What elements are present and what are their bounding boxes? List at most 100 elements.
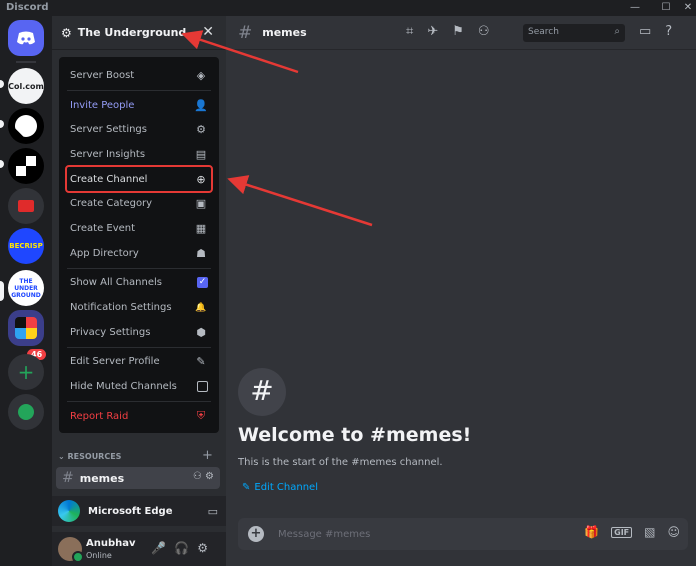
emoji-icon[interactable]: ☺ <box>667 525 680 539</box>
server-name: The Underground <box>77 26 187 39</box>
moon-icon <box>15 115 37 137</box>
menu-label: Edit Server Profile <box>70 356 160 368</box>
menu-label: Server Settings <box>70 124 147 136</box>
message-input[interactable]: Message #memes <box>278 529 370 540</box>
hash-icon: # <box>62 470 74 486</box>
channel-header: # memes ⌗✈⚑⚇ Search ⌕ ▭? <box>226 16 696 50</box>
search-input[interactable]: Search ⌕ <box>523 24 625 42</box>
channel-actions-icons[interactable]: ⚇ ⚙ <box>193 471 214 482</box>
server-squares[interactable] <box>8 148 44 184</box>
title-bar: Discord — ☐ ✕ <box>0 0 696 16</box>
edit-channel-link[interactable]: ✎ Edit Channel <box>242 482 318 493</box>
search-icon: ⌕ <box>614 26 620 37</box>
category-header[interactable]: ⌄ RESOURCES <box>58 452 121 461</box>
menu-label: Server Boost <box>70 69 135 81</box>
username[interactable]: Anubhav <box>86 538 136 549</box>
hash-icon: # <box>238 368 286 416</box>
composer-icons: 🎁 GIF ▧ ☺ <box>584 525 680 539</box>
menu-item-create-event[interactable]: Create Event ▦ <box>67 216 211 241</box>
channel-title: memes <box>262 26 307 39</box>
calendar-plus-icon: ▦ <box>195 221 207 235</box>
edit-label: Edit Channel <box>254 482 318 493</box>
close-icon[interactable]: ✕ <box>202 24 214 40</box>
server-label: Col.com <box>8 81 44 91</box>
pencil-icon: ✎ <box>196 355 206 369</box>
unread-pill <box>0 120 4 128</box>
menu-item-create-channel[interactable]: Create Channel ⊕ <box>65 164 213 194</box>
menu-item-app-directory[interactable]: App Directory ☗ <box>67 241 211 266</box>
inbox-help-icons[interactable]: ▭? <box>639 24 686 39</box>
plus-icon: + <box>17 360 35 384</box>
channel-item-memes[interactable]: # memes ⚇ ⚙ <box>56 467 220 489</box>
header-action-icons[interactable]: ⌗✈⚑⚇ <box>406 24 504 39</box>
menu-item-server-insights[interactable]: Server Insights ▤ <box>67 142 211 167</box>
menu-label: Report Raid <box>70 410 129 422</box>
server-list: Col.com BECRISP THE UNDER GROUND 46 + <box>0 16 52 566</box>
menu-label: Server Insights <box>70 148 146 160</box>
gif-icon[interactable]: GIF <box>611 526 633 538</box>
menu-item-hide-muted-channels[interactable]: Hide Muted Channels <box>67 374 211 399</box>
server-folder[interactable] <box>8 188 44 224</box>
unread-pill <box>0 160 4 168</box>
server-moon[interactable] <box>8 108 44 144</box>
channel-name: memes <box>79 471 125 485</box>
menu-item-server-boost[interactable]: Server Boost ◈ <box>67 63 211 88</box>
message-composer: + Message #memes 🎁 GIF ▧ ☺ <box>238 518 688 550</box>
server-col-com[interactable]: Col.com <box>8 68 44 104</box>
server-becrisp[interactable]: BECRISP <box>8 228 44 264</box>
menu-item-privacy-settings[interactable]: Privacy Settings ⬢ <box>67 320 211 345</box>
folder-group-icon <box>15 317 37 339</box>
gift-icon[interactable]: 🎁 <box>584 525 599 539</box>
attach-plus-icon[interactable]: + <box>248 526 264 542</box>
add-server-button[interactable]: + <box>8 354 44 390</box>
category-label: RESOURCES <box>67 452 122 461</box>
menu-item-report-raid[interactable]: Report Raid ⛨ <box>67 404 211 429</box>
screen-share-icon[interactable]: ▭ <box>208 505 218 518</box>
boost-icon: ◈ <box>196 68 206 82</box>
maximize-button[interactable]: ☐ <box>659 1 673 14</box>
menu-label: Invite People <box>70 99 135 111</box>
menu-item-edit-server-profile[interactable]: Edit Server Profile ✎ <box>67 350 211 375</box>
home-button[interactable] <box>8 20 44 56</box>
menu-label: Create Channel <box>70 173 148 185</box>
divider <box>67 346 211 348</box>
menu-label: Create Category <box>70 198 153 210</box>
menu-item-invite-people[interactable]: Invite People 👤 <box>67 93 211 118</box>
menu-item-server-settings[interactable]: Server Settings ⚙ <box>67 117 211 142</box>
server-header[interactable]: ⚙ The Underground ✕ <box>52 16 226 50</box>
folder-plus-icon: ▣ <box>195 197 207 211</box>
avatar[interactable] <box>58 537 84 563</box>
server-folder-group[interactable] <box>8 310 44 346</box>
menu-item-create-category[interactable]: Create Category ▣ <box>67 191 211 216</box>
robot-icon: ☗ <box>196 246 206 260</box>
menu-item-notification-settings[interactable]: Notification Settings 🔔 <box>67 295 211 320</box>
divider <box>67 400 211 402</box>
search-placeholder: Search <box>528 27 559 37</box>
explore-button[interactable] <box>8 394 44 430</box>
plus-circle-icon: ⊕ <box>196 172 206 186</box>
user-panel: Anubhav Online 🎤🎧⚙ <box>52 532 226 566</box>
compass-icon <box>18 404 34 420</box>
server-label: THE UNDER GROUND <box>11 277 41 299</box>
minimize-button[interactable]: — <box>628 1 642 14</box>
sticker-icon[interactable]: ▧ <box>644 525 655 539</box>
checkbox-checked-icon[interactable]: ✓ <box>197 277 208 289</box>
pencil-icon: ✎ <box>242 482 251 493</box>
folder-icon <box>18 200 34 212</box>
menu-label: Create Event <box>70 222 136 234</box>
create-channel-plus-icon[interactable]: + <box>202 448 213 463</box>
menu-label: Hide Muted Channels <box>70 381 177 393</box>
voice-controls-icons[interactable]: 🎤🎧⚙ <box>151 541 216 555</box>
chat-area: # memes ⌗✈⚑⚇ Search ⌕ ▭? # Welcome to #m… <box>226 16 696 566</box>
divider <box>16 61 36 63</box>
divider <box>67 89 211 91</box>
checkbox-empty-icon[interactable] <box>197 381 208 393</box>
welcome-title: Welcome to #memes! <box>238 424 472 446</box>
close-window-button[interactable]: ✕ <box>681 1 695 14</box>
menu-item-show-all-channels[interactable]: Show All Channels ✓ <box>67 271 211 296</box>
server-the-underground[interactable]: THE UNDER GROUND <box>8 270 44 306</box>
edge-logo-icon <box>58 500 80 522</box>
selected-pill <box>0 281 4 301</box>
bell-icon: 🔔 <box>195 302 207 313</box>
menu-label: Privacy Settings <box>70 326 151 338</box>
